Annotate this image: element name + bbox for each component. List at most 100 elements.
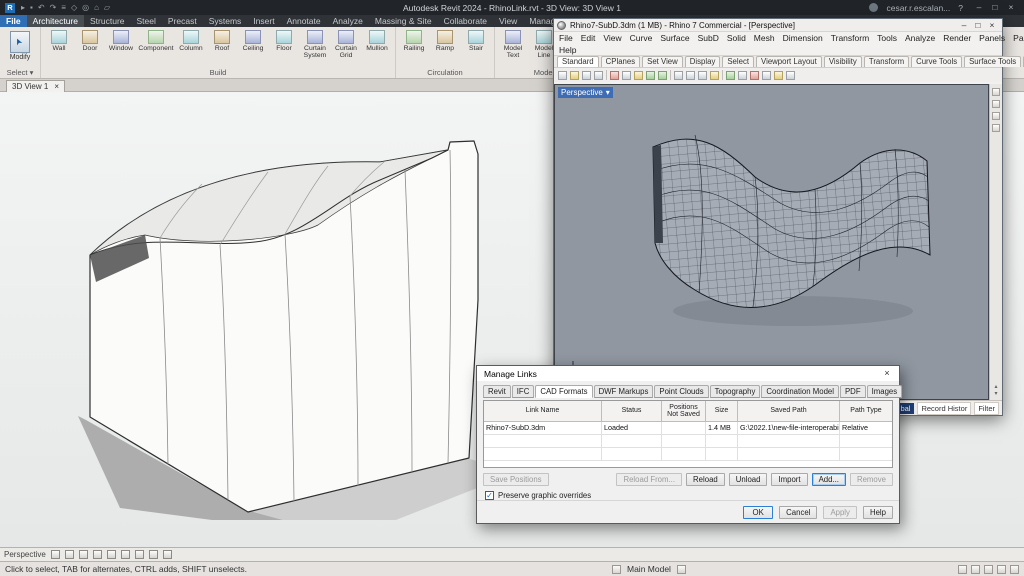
help-icon[interactable]: ? <box>958 3 963 13</box>
remove-button[interactable]: Remove <box>850 473 893 486</box>
redo-icon[interactable] <box>658 71 667 80</box>
column-header[interactable]: Saved Path <box>738 401 840 422</box>
ribbon-button-floor[interactable]: Floor <box>269 29 299 52</box>
toolbar-tab-cplanes[interactable]: CPlanes <box>601 56 640 67</box>
sun-path-icon[interactable] <box>79 550 88 559</box>
panel-label-select[interactable]: Select ▾ <box>0 67 40 78</box>
column-header[interactable]: Positions Not Saved <box>662 401 706 422</box>
column-header[interactable]: Link Name <box>484 401 602 422</box>
unload-button[interactable]: Unload <box>729 473 768 486</box>
save-positions-button[interactable]: Save Positions <box>483 473 549 486</box>
menu-solid[interactable]: Solid <box>727 33 746 43</box>
ribbon-button-roof[interactable]: Roof <box>207 29 237 52</box>
dialog-tab-revit[interactable]: Revit <box>483 385 511 398</box>
ribbon-button-curtain-grid[interactable]: Curtain Grid <box>331 29 361 59</box>
undo-icon[interactable] <box>646 71 655 80</box>
ribbon-button-railing[interactable]: Railing <box>399 29 429 52</box>
open-file-icon[interactable] <box>570 71 579 80</box>
ribbon-button-window[interactable]: Window <box>106 29 136 52</box>
rhino-viewport[interactable]: Perspective▾ <box>554 84 989 400</box>
section-icon[interactable]: ▱ <box>104 0 110 15</box>
menu-dimension[interactable]: Dimension <box>783 33 823 43</box>
dialog-tab-coordination-model[interactable]: Coordination Model <box>761 385 839 398</box>
add-button[interactable]: Add... <box>812 473 846 486</box>
ribbon-button-ramp[interactable]: Ramp <box>430 29 460 52</box>
crop-region-icon[interactable] <box>121 550 130 559</box>
copy-icon[interactable] <box>622 71 631 80</box>
copy-object-icon[interactable] <box>738 71 747 80</box>
properties-icon[interactable] <box>786 71 795 80</box>
cut-icon[interactable] <box>610 71 619 80</box>
open-icon[interactable]: ▸ <box>21 0 25 15</box>
reveal-hidden-icon[interactable] <box>149 550 158 559</box>
tab-collaborate[interactable]: Collaborate <box>438 15 493 27</box>
panel-label-circulation[interactable]: Circulation <box>396 67 494 78</box>
menu-paneling-tools[interactable]: Paneling Tools <box>1013 33 1024 43</box>
help-panel-icon[interactable] <box>992 124 1000 132</box>
print-icon[interactable]: ≡ <box>61 0 66 15</box>
filter-icon[interactable] <box>958 565 967 574</box>
close-view-tab-icon[interactable]: × <box>54 82 59 91</box>
ribbon-button-door[interactable]: Door <box>75 29 105 52</box>
ribbon-button-mullion[interactable]: Mullion <box>362 29 392 52</box>
close-button[interactable]: × <box>1003 0 1019 15</box>
menu-curve[interactable]: Curve <box>630 33 653 43</box>
zoom-icon[interactable] <box>686 71 695 80</box>
dialog-tab-pdf[interactable]: PDF <box>840 385 866 398</box>
rhino-wireframe-model[interactable] <box>555 85 989 400</box>
toolbar-tab-transform[interactable]: Transform <box>864 56 909 67</box>
new-file-icon[interactable] <box>558 71 567 80</box>
crop-view-icon[interactable] <box>107 550 116 559</box>
redo-icon[interactable]: ↷ <box>50 0 57 15</box>
import-button[interactable]: Import <box>771 473 807 486</box>
tab-view[interactable]: View <box>493 15 523 27</box>
main-model-select[interactable]: Main Model <box>627 564 671 574</box>
dialog-tab-point-clouds[interactable]: Point Clouds <box>654 385 708 398</box>
ribbon-button-ceiling[interactable]: Ceiling <box>238 29 268 52</box>
tab-systems[interactable]: Systems <box>203 15 248 27</box>
toolbar-tab-select[interactable]: Select <box>722 56 754 67</box>
properties-panel-icon[interactable] <box>992 88 1000 96</box>
menu-mesh[interactable]: Mesh <box>754 33 775 43</box>
select-underlay-toggle-icon[interactable] <box>997 565 1006 574</box>
menu-help[interactable]: Help <box>559 45 576 55</box>
detail-level-icon[interactable] <box>51 550 60 559</box>
dialog-tab-dwf-markups[interactable]: DWF Markups <box>594 385 654 398</box>
toolbar-tab-visibility[interactable]: Visibility <box>824 56 862 67</box>
print-icon[interactable] <box>594 71 603 80</box>
dialog-close-icon[interactable]: × <box>875 366 899 381</box>
tab-insert[interactable]: Insert <box>247 15 280 27</box>
viewport-title[interactable]: Perspective▾ <box>558 87 613 98</box>
record-history-toggle[interactable]: Record Histor <box>917 402 971 415</box>
reload-from-button[interactable]: Reload From... <box>616 473 682 486</box>
menu-file[interactable]: File <box>559 33 573 43</box>
menu-panels[interactable]: Panels <box>979 33 1005 43</box>
measure-icon[interactable]: ◇ <box>71 0 77 15</box>
column-header[interactable]: Status <box>602 401 662 422</box>
revit-3d-model[interactable] <box>50 120 550 520</box>
toolbar-tab-display[interactable]: Display <box>685 56 721 67</box>
ribbon-button-model-text[interactable]: Model Text <box>498 29 528 59</box>
minimize-button[interactable]: – <box>971 0 987 15</box>
menu-surface[interactable]: Surface <box>660 33 689 43</box>
tag-icon[interactable]: ◎ <box>82 0 89 15</box>
table-row[interactable]: Rhino7-SubD.3dm Loaded 1.4 MB G:\2022.1\… <box>484 422 892 435</box>
ribbon-button-wall[interactable]: Wall <box>44 29 74 52</box>
select-link-toggle-icon[interactable] <box>971 565 980 574</box>
rhino-maximize-button[interactable]: □ <box>971 19 985 31</box>
save-file-icon[interactable] <box>582 71 591 80</box>
cancel-button[interactable]: Cancel <box>779 506 817 519</box>
default-3d-view-icon[interactable]: ⌂ <box>94 0 99 15</box>
user-name[interactable]: cesar.r.escalan... <box>886 3 950 13</box>
undo-icon[interactable]: ↶ <box>38 0 45 15</box>
ribbon-button-column[interactable]: Column <box>176 29 206 52</box>
drag-on-selection-toggle-icon[interactable] <box>1010 565 1019 574</box>
preserve-overrides-checkbox[interactable]: ✓ Preserve graphic overrides <box>485 491 591 500</box>
paste-icon[interactable] <box>634 71 643 80</box>
view-tab-3d-view-1[interactable]: 3D View 1 × <box>6 80 65 92</box>
panel-label-build[interactable]: Build <box>41 67 395 78</box>
save-icon[interactable]: ▪ <box>30 0 33 15</box>
scale-icon[interactable] <box>762 71 771 80</box>
tab-massing-site[interactable]: Massing & Site <box>369 15 438 27</box>
analytical-model-icon[interactable] <box>163 550 172 559</box>
